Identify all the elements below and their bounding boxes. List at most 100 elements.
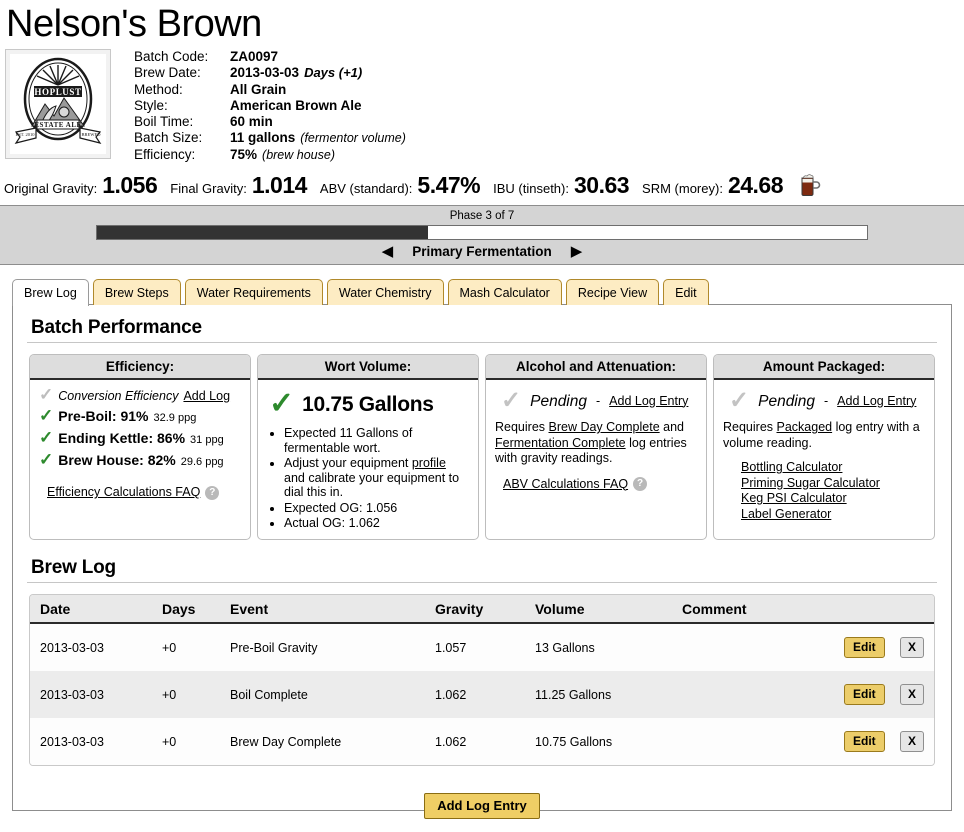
delete-button[interactable]: X	[900, 731, 925, 753]
svg-text:ESTATE ALE: ESTATE ALE	[34, 121, 81, 129]
tab-brew-log[interactable]: Brew Log	[12, 279, 89, 307]
card-efficiency-body: ✓ Conversion Efficiency Add Log ✓ Pre-Bo…	[30, 380, 250, 500]
priming-sugar-calculator-link[interactable]: Priming Sugar Calculator	[741, 476, 925, 492]
card-alcohol-attenuation: Alcohol and Attenuation: ✓ Pending - Add…	[485, 354, 707, 541]
efficiency-row-preboil: ✓ Pre-Boil: 91% 32.9 ppg	[39, 407, 241, 426]
cell-edit: Edit	[834, 671, 890, 719]
stat-value-abv: 5.47%	[417, 172, 481, 199]
stat-value-original-gravity: 1.056	[102, 172, 158, 199]
fact-value: American Brown Ale	[230, 97, 362, 113]
fermentation-complete-link[interactable]: Fermentation Complete	[495, 436, 626, 450]
edit-button[interactable]: Edit	[844, 731, 885, 753]
cell-date: 2013-03-03	[30, 718, 152, 766]
packaged-add-log-entry-link[interactable]: Add Log Entry	[837, 394, 916, 409]
bullet-adjust-pre: Adjust your equipment	[284, 456, 412, 471]
check-green-icon: ✓	[39, 428, 54, 448]
column-header-gravity[interactable]: Gravity	[425, 595, 525, 625]
stat-label-srm: SRM (morey):	[642, 181, 723, 197]
brew-day-complete-link[interactable]: Brew Day Complete	[549, 420, 660, 434]
recipe-summary: HOPLUST ESTATE ALE EST. 2010 BREWED Batc…	[0, 46, 964, 163]
phase-next-arrow-icon[interactable]: ▶	[571, 244, 583, 259]
tab-mash-calculator[interactable]: Mash Calculator	[447, 279, 562, 306]
card-wort-volume-body: ✓ 10.75 Gallons Expected 11 Gallons of f…	[258, 380, 478, 532]
fact-value: 11 gallons	[230, 130, 296, 146]
delete-button[interactable]: X	[900, 684, 925, 706]
efficiency-faq-link[interactable]: Efficiency Calculations FAQ	[47, 485, 200, 500]
phase-progress-track	[96, 225, 868, 241]
cell-event: Boil Complete	[220, 671, 425, 719]
cell-delete: X	[890, 623, 934, 672]
delete-button[interactable]: X	[900, 637, 925, 659]
fact-row-boil-time: Boil Time: 60 min	[134, 114, 406, 130]
phase-caption: Phase 3 of 7	[449, 210, 515, 223]
keg-psi-calculator-link[interactable]: Keg PSI Calculator	[741, 491, 925, 507]
wort-volume-bullet-expected-og: Expected OG: 1.056	[284, 501, 469, 516]
tab-brew-steps[interactable]: Brew Steps	[92, 279, 181, 306]
phase-panel: Phase 3 of 7 ◀ Primary Fermentation ▶	[0, 205, 964, 266]
fact-label: Brew Date:	[134, 65, 201, 81]
column-header-date[interactable]: Date	[30, 595, 152, 625]
efficiency-row-ending-kettle: ✓ Ending Kettle: 86% 31 ppg	[39, 428, 241, 448]
fact-label: Method:	[134, 81, 183, 97]
fact-row-method: Method: All Grain	[134, 82, 406, 98]
brew-log-table: Date Days Event Gravity Volume Comment 2…	[30, 595, 934, 766]
phase-prev-arrow-icon[interactable]: ◀	[382, 244, 394, 259]
packaged-dash: -	[824, 393, 829, 408]
recipe-logo: HOPLUST ESTATE ALE EST. 2010 BREWED	[5, 49, 111, 159]
tab-water-chemistry[interactable]: Water Chemistry	[326, 279, 444, 306]
table-row: 2013-03-03 +0 Pre-Boil Gravity 1.057 13 …	[30, 623, 934, 672]
column-header-edit	[834, 595, 890, 625]
gravity-stats-bar: Original Gravity: 1.056 Final Gravity: 1…	[0, 163, 964, 205]
alcohol-dash: -	[596, 393, 601, 408]
add-log-entry-button[interactable]: Add Log Entry	[424, 793, 540, 820]
stat-label-final-gravity: Final Gravity:	[170, 181, 247, 197]
column-header-days[interactable]: Days	[152, 595, 220, 625]
cell-gravity: 1.057	[425, 623, 525, 672]
cell-comment	[672, 718, 834, 766]
abv-faq-link[interactable]: ABV Calculations FAQ	[503, 477, 628, 492]
card-amount-packaged: Amount Packaged: ✓ Pending - Add Log Ent…	[713, 354, 935, 541]
brew-log-table-wrapper: Date Days Event Gravity Volume Comment 2…	[29, 594, 935, 767]
efficiency-faq-row: Efficiency Calculations FAQ ?	[39, 485, 220, 500]
column-header-comment[interactable]: Comment	[672, 595, 834, 625]
cell-days: +0	[152, 718, 220, 766]
card-packaged-body: ✓ Pending - Add Log Entry Requires Packa…	[714, 380, 934, 522]
recipe-facts: Batch Code: ZA0097 Brew Date: 2013-03-03…	[134, 49, 406, 163]
label-generator-link[interactable]: Label Generator	[741, 507, 925, 523]
wort-volume-bullets: Expected 11 Gallons of fermentable wort.…	[267, 426, 469, 531]
edit-button[interactable]: Edit	[844, 637, 885, 659]
cell-event: Brew Day Complete	[220, 718, 425, 766]
tab-edit[interactable]: Edit	[663, 279, 709, 306]
efficiency-brew-house-ppg: 29.6 ppg	[180, 456, 224, 469]
column-header-volume[interactable]: Volume	[525, 595, 672, 625]
conversion-add-log-link[interactable]: Add Log	[183, 389, 230, 404]
alcohol-req-pre: Requires	[495, 420, 549, 435]
cell-volume: 11.25 Gallons	[525, 671, 672, 719]
column-header-delete	[890, 595, 934, 625]
check-grey-icon: ✓	[729, 387, 750, 415]
alcohol-req-mid: and	[659, 420, 684, 435]
cell-days: +0	[152, 671, 220, 719]
fact-value: 75%	[230, 146, 258, 162]
stat-label-original-gravity: Original Gravity:	[4, 181, 98, 197]
brewery-badge-icon: HOPLUST ESTATE ALE EST. 2010 BREWED	[10, 54, 106, 154]
help-icon[interactable]: ?	[633, 477, 648, 492]
packaged-link[interactable]: Packaged	[777, 420, 833, 434]
efficiency-row-brew-house: ✓ Brew House: 82% 29.6 ppg	[39, 451, 241, 470]
beer-mug-icon	[799, 172, 821, 201]
alcohol-add-log-entry-link[interactable]: Add Log Entry	[609, 394, 688, 409]
tab-recipe-view[interactable]: Recipe View	[565, 279, 660, 306]
fact-label: Style:	[134, 97, 168, 113]
help-icon[interactable]: ?	[205, 485, 220, 500]
efficiency-preboil-label: Pre-Boil: 91%	[58, 408, 149, 425]
card-efficiency-title: Efficiency:	[30, 355, 250, 381]
tab-water-requirements[interactable]: Water Requirements	[184, 279, 323, 306]
brew-log-table-body: 2013-03-03 +0 Pre-Boil Gravity 1.057 13 …	[30, 623, 934, 766]
card-wort-volume: Wort Volume: ✓ 10.75 Gallons Expected 11…	[257, 354, 479, 541]
edit-button[interactable]: Edit	[844, 684, 885, 706]
column-header-event[interactable]: Event	[220, 595, 425, 625]
equipment-profile-link[interactable]: profile	[412, 456, 446, 470]
svg-text:EST. 2010: EST. 2010	[16, 132, 36, 137]
bottling-calculator-link[interactable]: Bottling Calculator	[741, 460, 925, 476]
section-divider	[27, 342, 937, 344]
